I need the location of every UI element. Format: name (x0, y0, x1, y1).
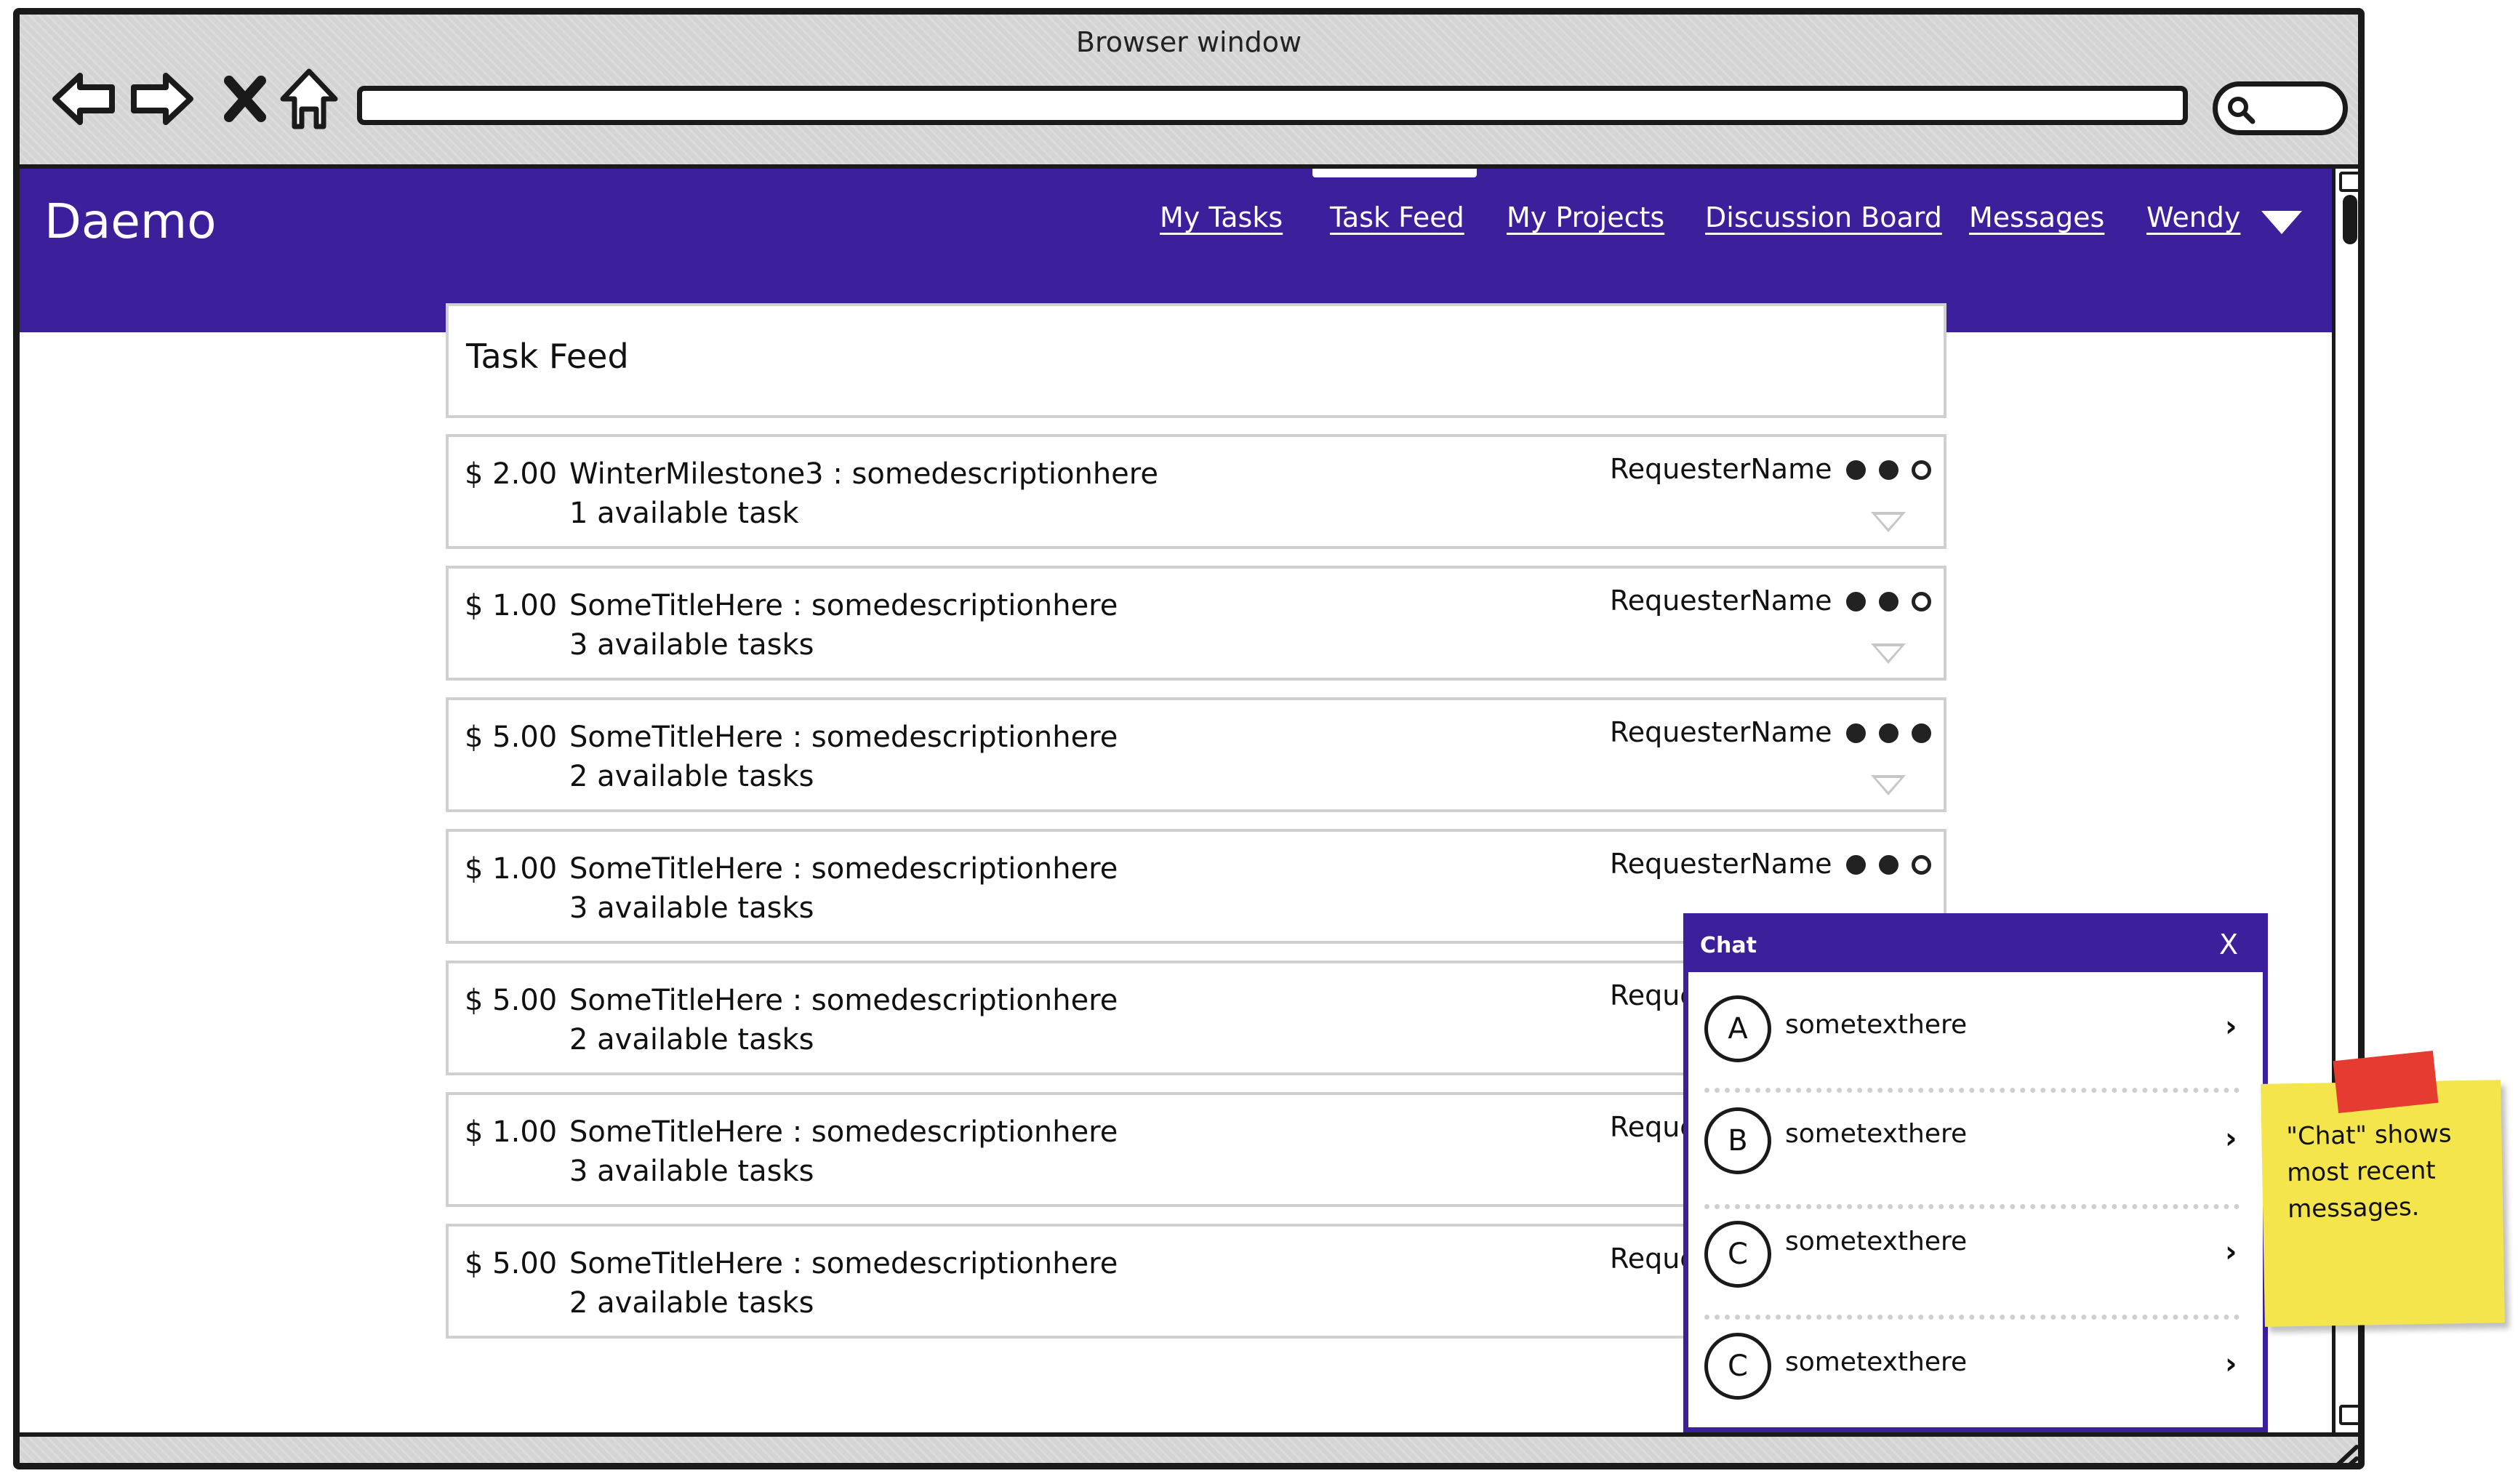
chevron-right-icon[interactable]: › (2225, 1010, 2237, 1043)
requester-name[interactable]: RequesterName (1610, 848, 1832, 880)
rating-dot-filled (1846, 592, 1866, 611)
task-card[interactable]: $ 5.00 SomeTitleHere : somedescriptionhe… (446, 697, 1946, 812)
requester-rating (1846, 723, 1931, 743)
nav-user-menu[interactable]: Wendy (2146, 201, 2240, 233)
expand-chevron-icon[interactable] (1871, 643, 1906, 664)
chevron-right-icon[interactable]: › (2225, 1235, 2237, 1269)
rating-dot-empty (1912, 855, 1931, 875)
browser-search-box[interactable] (2213, 81, 2348, 135)
scroll-up-arrow-icon[interactable] (2339, 172, 2358, 192)
requester-rating (1846, 460, 1931, 480)
nav-my-projects[interactable]: My Projects (1507, 201, 1664, 233)
chat-preview-text: sometexthere (1785, 1227, 1968, 1256)
task-price: $ 5.00 (465, 1247, 558, 1280)
task-title[interactable]: SomeTitleHere : somedescriptionhere (569, 589, 1118, 622)
avatar: C (1704, 1333, 1771, 1400)
task-price: $ 2.00 (465, 457, 558, 491)
sticky-note: "Chat" shows most recent messages. (2261, 1080, 2505, 1327)
chat-title: Chat (1700, 933, 1757, 958)
task-title[interactable]: SomeTitleHere : somedescriptionhere (569, 721, 1118, 754)
rating-dot-filled (1879, 855, 1898, 875)
chevron-right-icon[interactable]: › (2225, 1122, 2237, 1155)
task-price: $ 1.00 (465, 589, 558, 622)
task-title[interactable]: SomeTitleHere : somedescriptionhere (569, 1247, 1118, 1280)
nav-messages[interactable]: Messages (1969, 201, 2104, 233)
rating-dot-empty (1912, 592, 1931, 611)
chat-panel: Chat X A sometexthere › B sometexthere ›… (1683, 913, 2268, 1432)
task-availability: 3 available tasks (569, 891, 814, 925)
requester-rating (1846, 592, 1931, 611)
window-title: Browser window (1075, 26, 1302, 58)
avatar: C (1704, 1221, 1771, 1288)
task-price: $ 1.00 (465, 852, 558, 886)
page-title: Task Feed (466, 337, 629, 376)
task-price: $ 5.00 (465, 721, 558, 754)
browser-status-bar (20, 1432, 2361, 1469)
requester-name[interactable]: RequesterName (1610, 453, 1832, 485)
resize-handle-icon[interactable] (2325, 1443, 2361, 1469)
stop-icon[interactable] (210, 64, 280, 134)
rating-dot-filled (1879, 723, 1898, 743)
task-card[interactable]: $ 2.00 WinterMilestone3 : somedescriptio… (446, 434, 1946, 549)
sticky-note-text: "Chat" shows most recent messages. (2286, 1119, 2452, 1224)
expand-chevron-icon[interactable] (1871, 775, 1906, 795)
rating-dot-filled (1846, 723, 1866, 743)
chat-preview-text: sometexthere (1785, 1010, 1968, 1040)
chat-header: Chat X (1688, 918, 2263, 972)
forward-icon[interactable] (127, 64, 197, 134)
avatar: B (1704, 1107, 1771, 1174)
task-card[interactable]: $ 1.00 SomeTitleHere : somedescriptionhe… (446, 566, 1946, 681)
back-icon[interactable] (49, 64, 119, 134)
task-title[interactable]: WinterMilestone3 : somedescriptionhere (569, 457, 1158, 491)
rating-dot-filled (1912, 723, 1931, 743)
chat-preview-text: sometexthere (1785, 1347, 1968, 1377)
task-availability: 2 available tasks (569, 1286, 814, 1320)
chat-conversation[interactable]: A sometexthere › (1694, 979, 2258, 1086)
task-availability: 2 available tasks (569, 760, 814, 793)
scroll-thumb[interactable] (2343, 195, 2357, 244)
nav-discussion-board[interactable]: Discussion Board (1705, 201, 1942, 233)
requester-name[interactable]: RequesterName (1610, 716, 1832, 748)
task-availability: 3 available tasks (569, 628, 814, 662)
task-price: $ 5.00 (465, 984, 558, 1017)
task-availability: 3 available tasks (569, 1155, 814, 1188)
nav-my-tasks[interactable]: My Tasks (1160, 201, 1283, 233)
requester-name[interactable]: RequesterName (1610, 585, 1832, 617)
task-availability: 2 available tasks (569, 1023, 814, 1056)
close-button[interactable]: X (2219, 928, 2238, 960)
browser-toolbar: Browser window (20, 15, 2358, 169)
task-title[interactable]: SomeTitleHere : somedescriptionhere (569, 852, 1118, 886)
chevron-right-icon[interactable]: › (2225, 1347, 2237, 1381)
rating-dot-empty (1912, 460, 1931, 480)
scroll-down-arrow-icon[interactable] (2339, 1405, 2358, 1425)
nav-task-feed[interactable]: Task Feed (1330, 201, 1464, 233)
task-title[interactable]: SomeTitleHere : somedescriptionhere (569, 984, 1118, 1017)
chat-conversation[interactable]: B sometexthere › (1694, 1091, 2258, 1198)
sticky-note-tape (2333, 1050, 2439, 1114)
rating-dot-filled (1846, 855, 1866, 875)
expand-chevron-icon[interactable] (1871, 512, 1906, 532)
chat-preview-text: sometexthere (1785, 1119, 1968, 1149)
chat-conversation[interactable]: C sometexthere › (1694, 1205, 2258, 1311)
task-availability: 1 available task (569, 497, 799, 530)
brand-logo[interactable]: Daemo (44, 193, 217, 249)
rating-dot-filled (1879, 592, 1898, 611)
browser-window: Browser window Daemo My Tasks Task Feed (13, 8, 2365, 1469)
requester-rating (1846, 855, 1931, 875)
address-bar[interactable] (357, 86, 2188, 125)
rating-dot-filled (1846, 460, 1866, 480)
search-icon (2228, 97, 2256, 124)
task-price: $ 1.00 (465, 1115, 558, 1149)
rating-dot-filled (1879, 460, 1898, 480)
chat-conversation[interactable]: C sometexthere › (1694, 1317, 2258, 1423)
feed-header-card: Task Feed (446, 303, 1946, 418)
page-viewport: Daemo My Tasks Task Feed My Projects Dis… (20, 169, 2332, 1432)
chevron-down-icon[interactable] (2261, 211, 2302, 234)
task-title[interactable]: SomeTitleHere : somedescriptionhere (569, 1115, 1118, 1149)
home-icon[interactable] (274, 64, 344, 134)
active-tab-indicator (1312, 169, 1477, 177)
avatar: A (1704, 995, 1771, 1062)
